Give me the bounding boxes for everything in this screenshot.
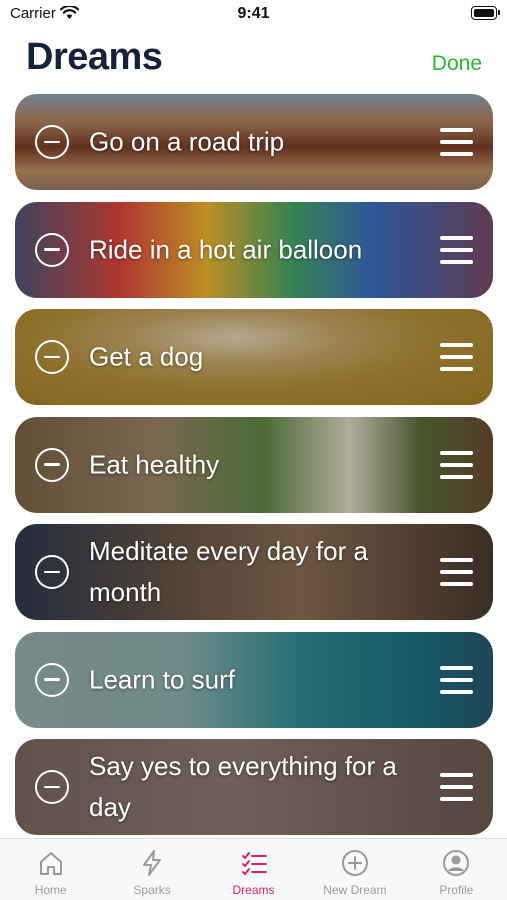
status-bar: Carrier 9:41 bbox=[0, 0, 507, 28]
drag-handle-icon[interactable] bbox=[440, 343, 473, 371]
remove-icon[interactable] bbox=[35, 662, 69, 697]
dream-list: Go on a road trip Ride in a hot air ball… bbox=[15, 94, 493, 847]
tab-home[interactable]: Home bbox=[0, 839, 101, 900]
home-icon bbox=[39, 852, 62, 875]
tab-sparks[interactable]: Sparks bbox=[101, 839, 202, 900]
dream-title: Eat healthy bbox=[89, 449, 220, 479]
remove-icon[interactable] bbox=[35, 555, 69, 589]
page-title: Dreams bbox=[26, 36, 163, 78]
lightning-icon bbox=[143, 850, 162, 876]
tab-label: Dreams bbox=[232, 883, 275, 897]
header: Dreams Done bbox=[0, 32, 507, 88]
drag-handle-icon[interactable] bbox=[440, 665, 473, 694]
remove-icon[interactable] bbox=[35, 770, 69, 804]
dream-title: Learn to surf bbox=[89, 664, 235, 694]
checklist-icon bbox=[241, 852, 267, 876]
status-time: 9:41 bbox=[237, 5, 270, 22]
tab-bar: Home Sparks Dreams New Dream Profile bbox=[0, 838, 507, 900]
tab-label: Profile bbox=[439, 883, 474, 897]
plus-circle-icon bbox=[341, 850, 368, 876]
remove-icon[interactable] bbox=[35, 125, 69, 159]
dream-title: Ride in a hot air balloon bbox=[89, 234, 363, 264]
remove-icon[interactable] bbox=[35, 447, 69, 482]
dream-card-eat-healthy[interactable]: Eat healthy bbox=[15, 416, 493, 513]
dream-card-hot-air-balloon[interactable]: Ride in a hot air balloon bbox=[15, 201, 493, 298]
drag-handle-icon[interactable] bbox=[440, 235, 473, 264]
dream-card-learn-to-surf[interactable]: Learn to surf bbox=[15, 631, 493, 728]
person-circle-icon bbox=[443, 850, 470, 876]
dream-title: Go on a road trip bbox=[89, 126, 285, 157]
dream-title: Get a dog bbox=[89, 341, 204, 372]
remove-icon[interactable] bbox=[35, 232, 69, 267]
tab-dreams[interactable]: Dreams bbox=[203, 839, 304, 900]
tab-new-dream[interactable]: New Dream bbox=[304, 839, 405, 900]
drag-handle-icon[interactable] bbox=[440, 450, 473, 479]
drag-handle-icon[interactable] bbox=[440, 558, 473, 586]
battery-icon bbox=[471, 6, 500, 20]
dream-card-get-a-dog[interactable]: Get a dog bbox=[15, 309, 493, 405]
dream-card-meditate[interactable]: Meditate every day for a month bbox=[15, 524, 493, 620]
dream-card-road-trip[interactable]: Go on a road trip bbox=[15, 94, 493, 190]
dream-title: Say yes to everything for a day bbox=[89, 751, 397, 822]
dream-card-say-yes[interactable]: Say yes to everything for a day bbox=[15, 739, 493, 835]
dream-title: Meditate every day for a month bbox=[89, 536, 368, 607]
tab-profile[interactable]: Profile bbox=[406, 839, 507, 900]
done-button[interactable]: Done bbox=[432, 52, 482, 76]
tab-label: New Dream bbox=[323, 883, 387, 897]
drag-handle-icon[interactable] bbox=[440, 773, 473, 801]
remove-icon[interactable] bbox=[35, 340, 69, 374]
tab-label: Home bbox=[34, 883, 67, 897]
drag-handle-icon[interactable] bbox=[440, 128, 473, 156]
tab-label: Sparks bbox=[133, 883, 171, 897]
